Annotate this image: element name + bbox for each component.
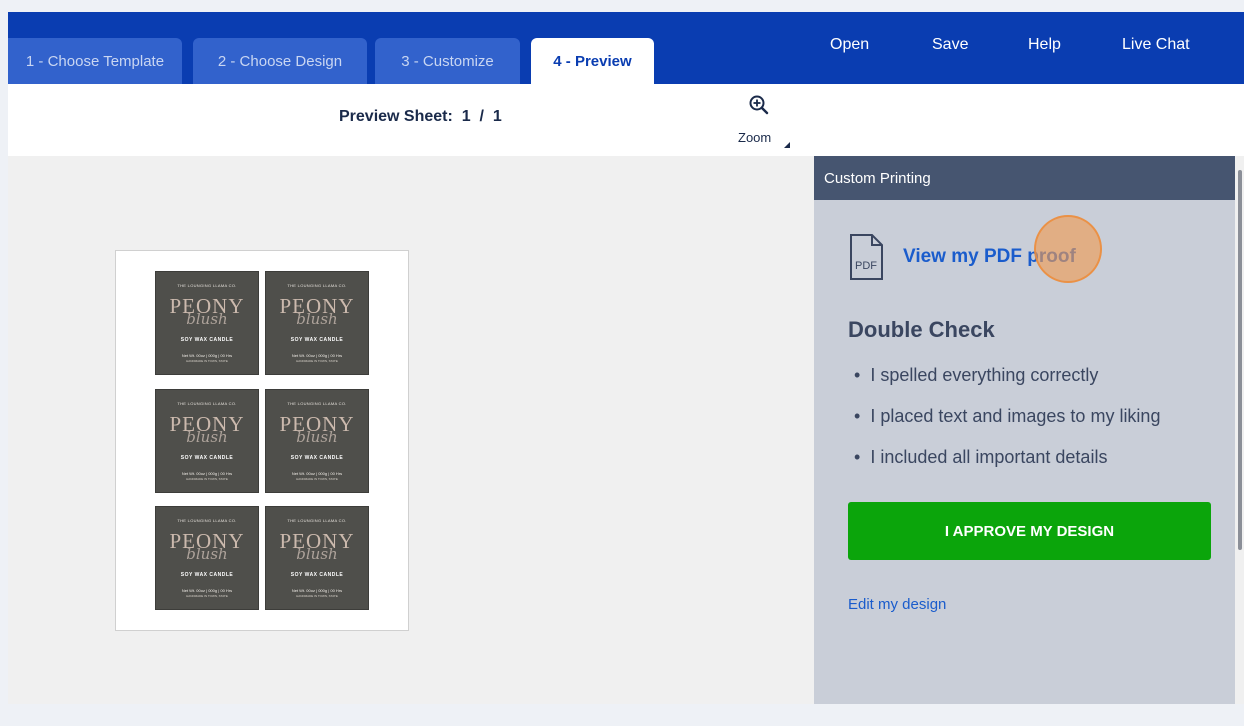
approve-design-button[interactable]: I APPROVE MY DESIGN xyxy=(848,502,1211,560)
label-net-weight: Net Wt. 00oz | 000g | 00 Hrs xyxy=(291,588,343,593)
click-indicator xyxy=(1034,215,1102,283)
label-script: blush xyxy=(296,545,338,563)
label-handmade: HANDMADE IN TOWN, STATE xyxy=(186,594,228,598)
label-preview: THE LOUNGING LLAMA CO. PEONY blush SOY W… xyxy=(155,271,259,375)
label-script: blush xyxy=(186,310,228,328)
pdf-file-icon: PDF xyxy=(850,234,883,280)
label-preview: THE LOUNGING LLAMA CO. PEONY blush SOY W… xyxy=(265,389,369,493)
label-net-weight: Net Wt. 00oz | 000g | 00 Hrs xyxy=(291,471,343,476)
edit-design-link[interactable]: Edit my design xyxy=(848,596,946,613)
label-product: SOY WAX CANDLE xyxy=(180,572,234,578)
live-chat-button[interactable]: Live Chat xyxy=(1122,36,1190,54)
label-net-weight: Net Wt. 00oz | 000g | 00 Hrs xyxy=(181,471,233,476)
app-window: 1 - Choose Template 2 - Choose Design 3 … xyxy=(8,12,1244,704)
label-handmade: HANDMADE IN TOWN, STATE xyxy=(186,359,228,363)
label-brand: THE LOUNGING LLAMA CO. xyxy=(177,401,237,406)
label-product: SOY WAX CANDLE xyxy=(180,337,234,343)
checklist-item: I spelled everything correctly xyxy=(848,365,1160,406)
label-product: SOY WAX CANDLE xyxy=(290,455,344,461)
tab-customize[interactable]: 3 - Customize xyxy=(375,38,520,84)
label-net-weight: Net Wt. 00oz | 000g | 00 Hrs xyxy=(181,588,233,593)
double-check-list: I spelled everything correctly I placed … xyxy=(848,365,1160,488)
open-button[interactable]: Open xyxy=(830,36,869,54)
top-navigation-bar: 1 - Choose Template 2 - Choose Design 3 … xyxy=(8,12,1244,84)
label-net-weight: Net Wt. 00oz | 000g | 00 Hrs xyxy=(291,353,343,358)
label-preview: THE LOUNGING LLAMA CO. PEONY blush SOY W… xyxy=(265,271,369,375)
label-brand: THE LOUNGING LLAMA CO. xyxy=(177,518,237,523)
label-handmade: HANDMADE IN TOWN, STATE xyxy=(296,359,338,363)
label-net-weight: Net Wt. 00oz | 000g | 00 Hrs xyxy=(181,353,233,358)
label-brand: THE LOUNGING LLAMA CO. xyxy=(287,518,347,523)
label-brand: THE LOUNGING LLAMA CO. xyxy=(287,283,347,288)
panel-header: Custom Printing xyxy=(814,156,1235,200)
checklist-item: I included all important details xyxy=(848,447,1160,488)
panel-scrollbar[interactable] xyxy=(1238,170,1242,550)
checklist-item: I placed text and images to my liking xyxy=(848,406,1160,447)
label-brand: THE LOUNGING LLAMA CO. xyxy=(177,283,237,288)
zoom-label: Zoom xyxy=(738,130,772,145)
label-handmade: HANDMADE IN TOWN, STATE xyxy=(296,477,338,481)
preview-toolbar: Preview Sheet: 1 / 1 Zoom xyxy=(8,84,1244,156)
label-preview: THE LOUNGING LLAMA CO. PEONY blush SOY W… xyxy=(155,506,259,610)
preview-sheet-counter: Preview Sheet: 1 / 1 xyxy=(339,108,502,125)
pdf-icon-text: PDF xyxy=(855,260,877,272)
tab-choose-design[interactable]: 2 - Choose Design xyxy=(193,38,367,84)
label-handmade: HANDMADE IN TOWN, STATE xyxy=(186,477,228,481)
label-brand: THE LOUNGING LLAMA CO. xyxy=(287,401,347,406)
save-button[interactable]: Save xyxy=(932,36,968,54)
label-script: blush xyxy=(186,428,228,446)
label-preview: THE LOUNGING LLAMA CO. PEONY blush SOY W… xyxy=(155,389,259,493)
help-button[interactable]: Help xyxy=(1028,36,1061,54)
label-handmade: HANDMADE IN TOWN, STATE xyxy=(296,594,338,598)
preview-sheet: THE LOUNGING LLAMA CO. PEONY blush SOY W… xyxy=(115,250,409,631)
custom-printing-panel: Custom Printing PDF View my PDF proof Do… xyxy=(814,156,1235,704)
label-product: SOY WAX CANDLE xyxy=(290,337,344,343)
label-script: blush xyxy=(186,545,228,563)
label-preview: THE LOUNGING LLAMA CO. PEONY blush SOY W… xyxy=(265,506,369,610)
label-product: SOY WAX CANDLE xyxy=(290,572,344,578)
tab-preview[interactable]: 4 - Preview xyxy=(531,38,654,84)
label-script: blush xyxy=(296,428,338,446)
tab-choose-template[interactable]: 1 - Choose Template xyxy=(8,38,182,84)
double-check-title: Double Check xyxy=(848,317,995,342)
label-product: SOY WAX CANDLE xyxy=(180,455,234,461)
zoom-in-icon xyxy=(749,95,769,115)
label-script: blush xyxy=(296,310,338,328)
zoom-dropdown-caret-icon xyxy=(784,142,790,148)
zoom-control[interactable]: Zoom xyxy=(734,92,790,150)
